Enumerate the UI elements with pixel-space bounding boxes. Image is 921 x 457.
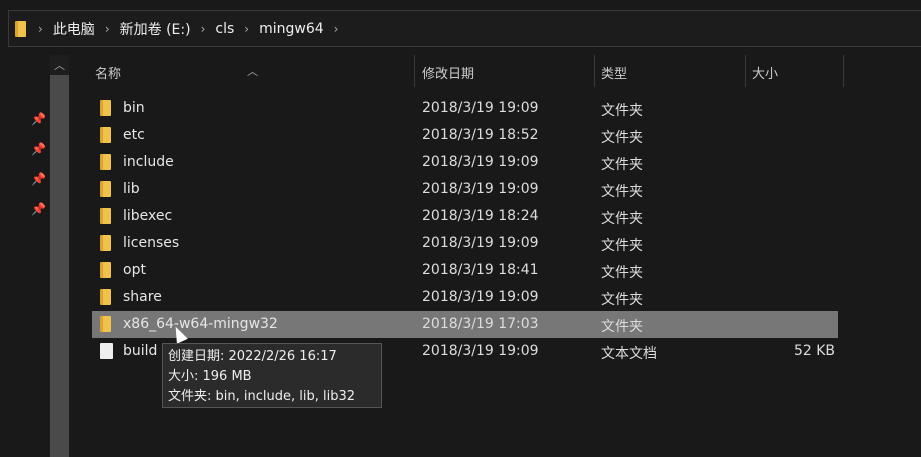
chevron-right-icon[interactable]: › (244, 22, 249, 36)
file-date: 2018/3/19 19:09 (422, 181, 539, 197)
pin-icon[interactable]: 📌 (31, 112, 46, 126)
folder-icon (100, 208, 111, 224)
file-type: 文件夹 (601, 292, 643, 308)
file-row[interactable]: include 2018/3/19 19:09 文件夹 (92, 149, 838, 176)
scrollbar[interactable]: ︿ (50, 55, 69, 457)
folder-icon (100, 127, 111, 143)
file-size: 52 KB (793, 343, 835, 359)
file-date: 2018/3/19 19:09 (422, 289, 539, 305)
file-date: 2018/3/19 18:41 (422, 262, 539, 278)
folder-icon (100, 181, 111, 197)
breadcrumb-cls[interactable]: cls (215, 21, 234, 37)
file-type: 文件夹 (601, 130, 643, 146)
tooltip-created: 创建日期: 2022/2/26 16:17 (168, 349, 337, 364)
file-type: 文件夹 (601, 103, 643, 119)
file-row[interactable]: lib 2018/3/19 19:09 文件夹 (92, 176, 838, 203)
file-name: opt (123, 262, 146, 278)
folder-icon (100, 235, 111, 251)
pin-icon[interactable]: 📌 (31, 202, 46, 216)
column-headers: ︿ 名称 修改日期 类型 大小 (72, 55, 921, 87)
file-type: 文件夹 (601, 211, 643, 227)
chevron-right-icon[interactable]: › (38, 22, 43, 36)
file-row[interactable]: etc 2018/3/19 18:52 文件夹 (92, 122, 838, 149)
chevron-right-icon[interactable]: › (105, 22, 110, 36)
tooltip: 创建日期: 2022/2/26 16:17 大小: 196 MB 文件夹: bi… (162, 343, 382, 408)
file-date: 2018/3/19 19:09 (422, 100, 539, 116)
file-date: 2018/3/19 18:24 (422, 208, 539, 224)
file-type: 文件夹 (601, 265, 643, 281)
file-name: etc (123, 127, 145, 143)
folder-icon (100, 100, 111, 116)
file-name: licenses (123, 235, 180, 251)
file-type: 文本文档 (601, 346, 657, 362)
file-type: 文件夹 (601, 238, 643, 254)
file-row[interactable]: x86_64-w64-mingw32 2018/3/19 17:03 文件夹 (92, 311, 838, 338)
file-name: build (123, 343, 158, 359)
file-name: share (123, 289, 162, 305)
column-date-modified[interactable]: 修改日期 (422, 63, 474, 82)
column-name[interactable]: 名称 (95, 63, 121, 82)
file-date: 2018/3/19 19:09 (422, 154, 539, 170)
tooltip-contents: 文件夹: bin, include, lib, lib32 (168, 389, 356, 404)
folder-icon (100, 289, 111, 305)
file-date: 2018/3/19 18:52 (422, 127, 539, 143)
file-name: include (123, 154, 174, 170)
chevron-right-icon[interactable]: › (334, 22, 339, 36)
file-name: x86_64-w64-mingw32 (123, 316, 278, 332)
folder-icon (100, 262, 111, 278)
text-file-icon (100, 343, 113, 359)
column-size[interactable]: 大小 (752, 63, 778, 82)
address-bar[interactable]: › 此电脑 › 新加卷 (E:) › cls › mingw64 › (8, 10, 921, 47)
file-row[interactable]: share 2018/3/19 19:09 文件夹 (92, 284, 838, 311)
scroll-up-icon[interactable]: ︿ (54, 57, 65, 73)
pin-icon[interactable]: 📌 (31, 172, 46, 186)
file-row[interactable]: licenses 2018/3/19 19:09 文件夹 (92, 230, 838, 257)
folder-icon (15, 20, 26, 37)
file-date: 2018/3/19 17:03 (422, 316, 539, 332)
tooltip-size: 大小: 196 MB (168, 369, 252, 384)
file-name: lib (123, 181, 140, 197)
breadcrumb-drive[interactable]: 新加卷 (E:) (120, 19, 191, 39)
file-type: 文件夹 (601, 184, 643, 200)
file-name: bin (123, 100, 145, 116)
file-type: 文件夹 (601, 157, 643, 173)
folder-icon (100, 316, 111, 332)
file-name: libexec (123, 208, 173, 224)
file-date: 2018/3/19 19:09 (422, 343, 539, 359)
file-row[interactable]: libexec 2018/3/19 18:24 文件夹 (92, 203, 838, 230)
folder-icon (100, 154, 111, 170)
breadcrumb-this-pc[interactable]: 此电脑 (53, 19, 95, 39)
file-type: 文件夹 (601, 319, 643, 335)
scrollbar-thumb[interactable] (50, 75, 69, 457)
file-row[interactable]: bin 2018/3/19 19:09 文件夹 (92, 95, 838, 122)
pin-icon[interactable]: 📌 (31, 142, 46, 156)
file-date: 2018/3/19 19:09 (422, 235, 539, 251)
column-type[interactable]: 类型 (601, 63, 627, 82)
navigation-pane: 📌 📌 📌 📌 (0, 55, 50, 457)
breadcrumb-mingw64[interactable]: mingw64 (259, 21, 324, 37)
file-row[interactable]: opt 2018/3/19 18:41 文件夹 (92, 257, 838, 284)
sort-ascending-icon: ︿ (247, 65, 258, 78)
chevron-right-icon[interactable]: › (201, 22, 206, 36)
